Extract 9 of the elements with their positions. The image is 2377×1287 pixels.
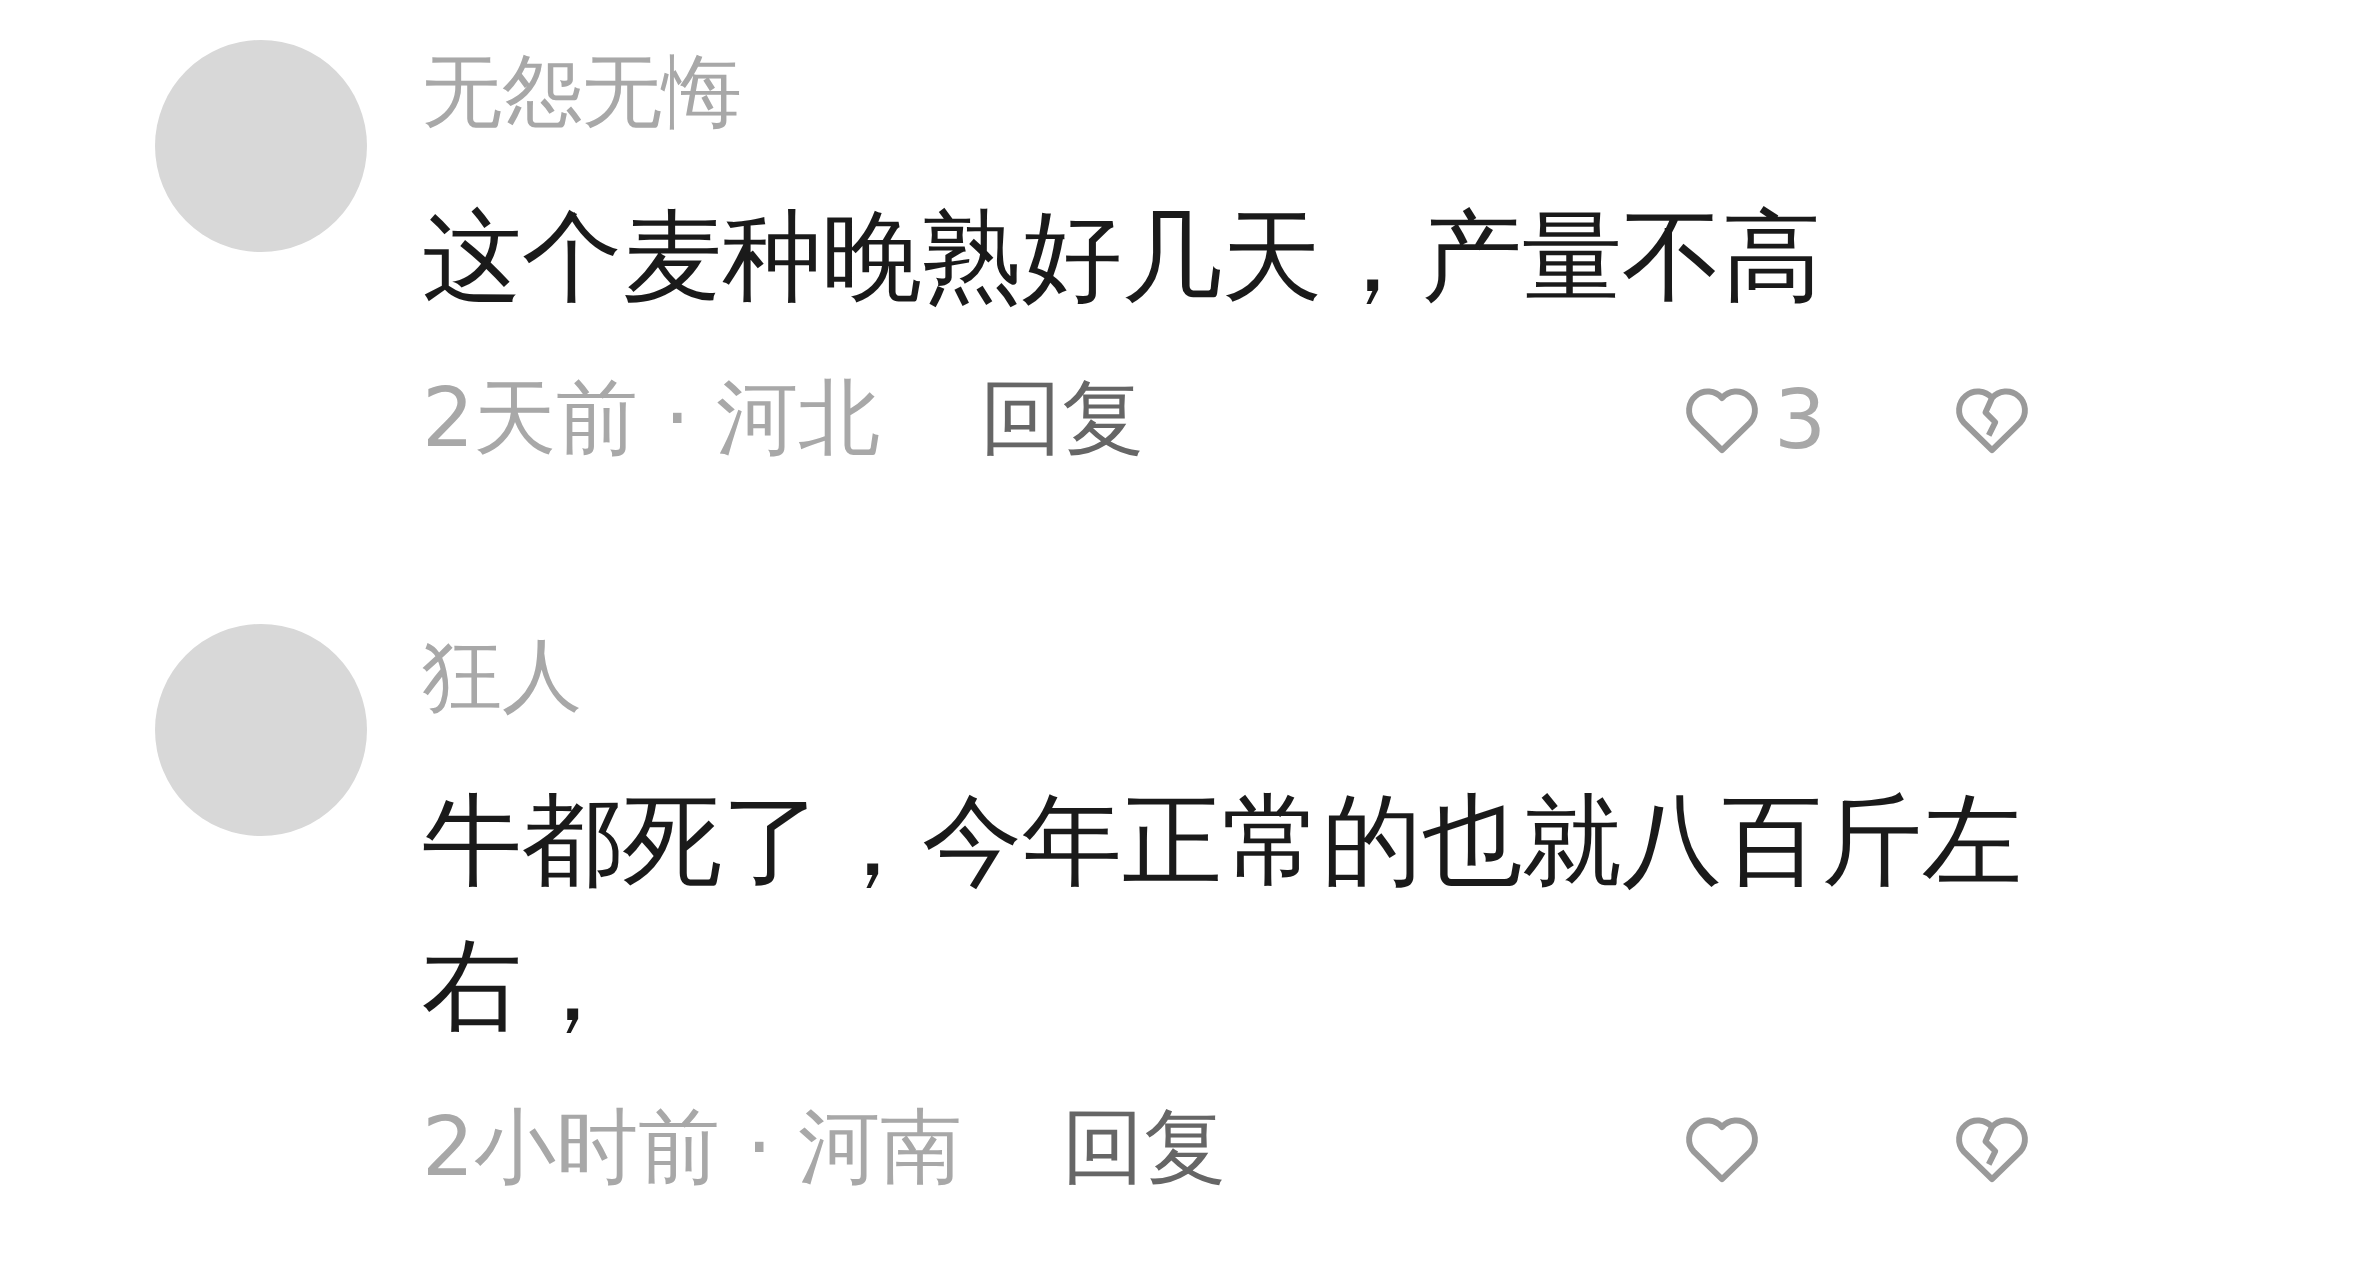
like-button[interactable]: 3 bbox=[1682, 371, 1852, 467]
username[interactable]: 无怨无悔 bbox=[422, 40, 742, 144]
comment-meta: 2小时前 · 河南 bbox=[422, 1098, 963, 1196]
comment-text: 这个麦种晚熟好几天，产量不高 bbox=[422, 197, 1823, 317]
reply-button[interactable]: 回复 bbox=[1062, 1093, 1227, 1203]
username[interactable]: 狂人 bbox=[422, 624, 582, 728]
reply-button[interactable]: 回复 bbox=[980, 364, 1145, 474]
comment-text: 牛都死了，今年正常的也就八百斤左右， bbox=[422, 781, 2023, 1046]
comment-meta: 2天前 · 河北 bbox=[422, 369, 881, 467]
